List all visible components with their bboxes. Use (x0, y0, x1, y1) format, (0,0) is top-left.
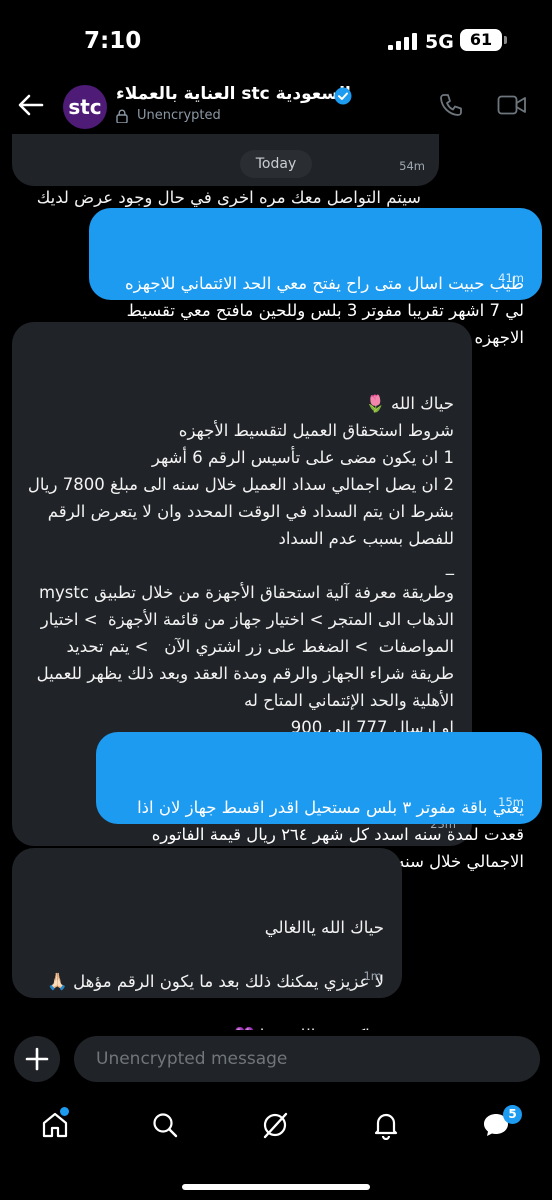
message-time: 41m (498, 271, 524, 285)
avatar[interactable]: stc (63, 85, 107, 129)
message-list[interactable]: سيتم التواصل معك مره اخرى في حال وجود عر… (0, 134, 552, 1030)
back-arrow-icon[interactable] (16, 90, 46, 120)
status-bar: 7:10 5G 61 (0, 0, 552, 80)
message-text: حياك الله ياالغالي لا عزيزي يمكنك ذلك بع… (47, 918, 384, 1030)
bottom-nav: 5 (0, 1100, 552, 1160)
chat-header: stc العناية بالعملاء stc السعودية Unencr… (0, 80, 552, 134)
message-text: حياك الله 🌷 شروط استحقاق العميل لتقسيط ا… (27, 394, 454, 764)
message-bubble-sent[interactable]: طيب حبيت اسال متى راح يفتح معي الحد الائ… (89, 208, 542, 347)
signal-icon (388, 33, 417, 50)
plus-icon (25, 1047, 49, 1071)
verified-badge-icon (334, 87, 352, 105)
message-bubble-received[interactable]: حياك الله ياالغالي لا عزيزي يمكنك ذلك بع… (12, 848, 402, 1030)
video-call-icon[interactable] (497, 93, 527, 117)
phone-call-icon[interactable] (438, 92, 464, 118)
status-time: 7:10 (84, 28, 142, 54)
message-time: 15m (498, 795, 524, 809)
message-time: 1m (363, 969, 382, 983)
notification-dot (60, 1107, 69, 1116)
battery-indicator: 61 (460, 29, 502, 51)
messages-badge: 5 (503, 1105, 522, 1124)
encryption-status: Unencrypted (137, 108, 221, 123)
date-chip: Today (240, 150, 312, 178)
message-input[interactable]: Unencrypted message (74, 1036, 540, 1082)
battery-tip (504, 36, 507, 44)
message-composer: Unencrypted message (0, 1032, 552, 1086)
search-icon[interactable] (150, 1110, 180, 1140)
lock-icon (116, 109, 128, 123)
home-indicator (182, 1184, 370, 1190)
notifications-bell-icon[interactable] (371, 1110, 401, 1140)
message-bubble-received[interactable]: سيتم التواصل معك مره اخرى في حال وجود عر… (12, 134, 439, 234)
message-bubble-sent[interactable]: يعني باقة مفوتر ٣ بلس مستحيل اقدر اقسط ج… (96, 732, 542, 871)
grok-icon[interactable] (260, 1110, 290, 1140)
network-type: 5G (425, 31, 454, 53)
attach-button[interactable] (14, 1036, 60, 1082)
contact-name[interactable]: العناية بالعملاء stc السعودية (116, 84, 351, 104)
message-time: 54m (399, 159, 425, 173)
